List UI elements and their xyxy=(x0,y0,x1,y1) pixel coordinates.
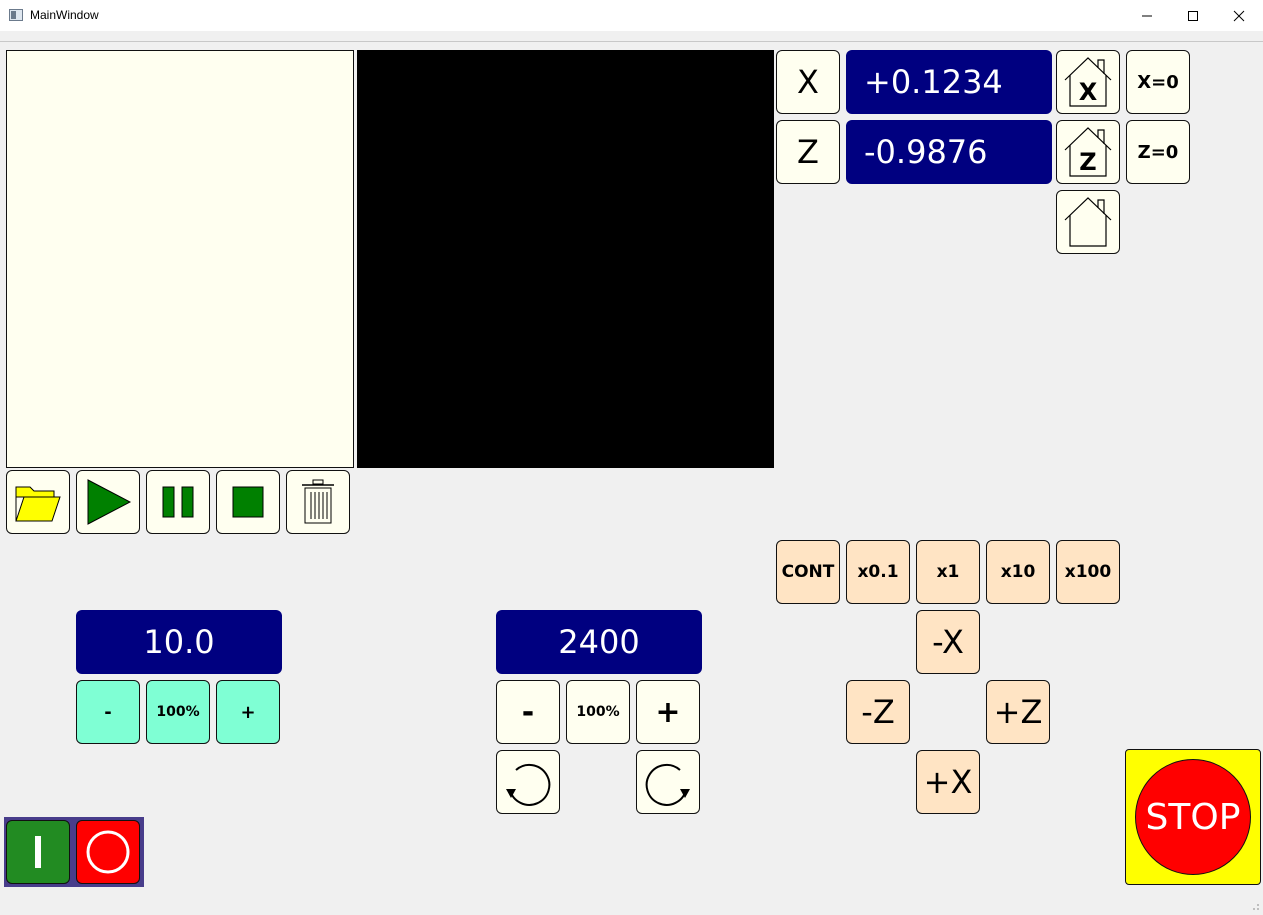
jog-step-10-button[interactable]: x10 xyxy=(986,540,1050,604)
stop-square-icon xyxy=(232,486,264,518)
axis-x-select-button[interactable]: X xyxy=(776,50,840,114)
z-position-readout: -0.9876 xyxy=(846,120,1052,184)
spindle-cw-button[interactable] xyxy=(636,750,700,814)
open-file-button[interactable] xyxy=(6,470,70,534)
home-z-letter: Z xyxy=(1079,148,1096,176)
folder-open-icon xyxy=(15,486,61,522)
app-window-icon xyxy=(9,9,23,21)
menu-bar xyxy=(0,31,1263,42)
pause-button[interactable] xyxy=(146,470,210,534)
jog-step-0.1-button[interactable]: x0.1 xyxy=(846,540,910,604)
feed-reset-button[interactable]: 100% xyxy=(146,680,210,744)
feed-increase-button[interactable]: + xyxy=(216,680,280,744)
spindle-speed-readout: 2400 xyxy=(496,610,702,674)
feed-decrease-button[interactable]: - xyxy=(76,680,140,744)
home-icon: Z xyxy=(1064,127,1112,177)
jog-plus-x-button[interactable]: +X xyxy=(916,750,980,814)
resize-grip[interactable] xyxy=(1248,896,1260,910)
maximize-button[interactable] xyxy=(1170,0,1216,31)
jog-step-cont-button[interactable]: CONT xyxy=(776,540,840,604)
power-off-icon xyxy=(86,830,130,874)
jog-minus-z-button[interactable]: -Z xyxy=(846,680,910,744)
spindle-reset-button[interactable]: 100% xyxy=(566,680,630,744)
maximize-icon xyxy=(1188,10,1198,21)
resize-grip-icon xyxy=(1253,904,1259,910)
minimize-icon xyxy=(1142,15,1152,16)
power-on-icon xyxy=(35,836,41,868)
spindle-increase-button[interactable]: + xyxy=(636,680,700,744)
jog-step-1-button[interactable]: x1 xyxy=(916,540,980,604)
jog-plus-z-button[interactable]: +Z xyxy=(986,680,1050,744)
home-icon xyxy=(1064,197,1112,247)
toolpath-preview[interactable] xyxy=(357,50,774,468)
clear-button[interactable] xyxy=(286,470,350,534)
run-button[interactable] xyxy=(76,470,140,534)
minimize-button[interactable] xyxy=(1124,0,1170,31)
spindle-decrease-button[interactable]: - xyxy=(496,680,560,744)
axis-z-select-button[interactable]: Z xyxy=(776,120,840,184)
jog-step-100-button[interactable]: x100 xyxy=(1056,540,1120,604)
emergency-stop-button[interactable]: STOP xyxy=(1135,759,1251,875)
rotate-ccw-icon xyxy=(506,763,551,806)
spindle-ccw-button[interactable] xyxy=(496,750,560,814)
home-icon: X xyxy=(1064,57,1112,107)
x-position-readout: +0.1234 xyxy=(846,50,1052,114)
title-bar xyxy=(0,0,1263,31)
rotate-cw-icon xyxy=(645,763,690,806)
pause-icon xyxy=(162,486,194,518)
jog-minus-x-button[interactable]: -X xyxy=(916,610,980,674)
home-x-button[interactable]: X xyxy=(1056,50,1120,114)
window-title: MainWindow xyxy=(30,8,99,22)
home-all-button[interactable] xyxy=(1056,190,1120,254)
power-off-button[interactable] xyxy=(76,820,140,884)
power-on-button[interactable] xyxy=(6,820,70,884)
stop-button[interactable] xyxy=(216,470,280,534)
play-icon xyxy=(87,479,132,525)
close-button[interactable] xyxy=(1216,0,1262,31)
trash-icon xyxy=(302,479,334,524)
zero-x-button[interactable]: X=0 xyxy=(1126,50,1190,114)
close-icon xyxy=(1233,10,1245,21)
feed-override-readout: 10.0 xyxy=(76,610,282,674)
gcode-listing[interactable] xyxy=(6,50,354,468)
home-x-letter: X xyxy=(1079,78,1098,106)
home-z-button[interactable]: Z xyxy=(1056,120,1120,184)
zero-z-button[interactable]: Z=0 xyxy=(1126,120,1190,184)
